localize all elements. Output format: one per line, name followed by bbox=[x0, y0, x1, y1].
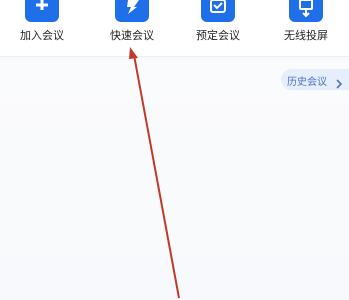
history-meetings-button[interactable]: 历史会议 bbox=[281, 69, 349, 90]
meeting-list-area bbox=[0, 57, 349, 300]
lightning-icon bbox=[115, 0, 149, 22]
join-meeting-button[interactable]: 加入会议 bbox=[2, 0, 82, 56]
join-meeting-label: 加入会议 bbox=[20, 29, 64, 42]
quick-meeting-button[interactable]: 快速会议 bbox=[92, 0, 172, 56]
wireless-cast-button[interactable]: 无线投屏 bbox=[266, 0, 346, 56]
schedule-meeting-button[interactable]: 预定会议 bbox=[178, 0, 258, 56]
cast-screen-icon bbox=[289, 0, 323, 22]
schedule-meeting-label: 预定会议 bbox=[196, 29, 240, 42]
wireless-cast-label: 无线投屏 bbox=[284, 29, 328, 42]
calendar-check-icon bbox=[201, 0, 235, 22]
quick-meeting-label: 快速会议 bbox=[110, 29, 154, 42]
chevron-right-icon bbox=[335, 74, 343, 93]
plus-icon bbox=[25, 0, 59, 22]
meeting-actions-bar: 加入会议 快速会议 预定会议 无线投屏 bbox=[0, 0, 349, 56]
history-meetings-label: 历史会议 bbox=[287, 77, 327, 88]
